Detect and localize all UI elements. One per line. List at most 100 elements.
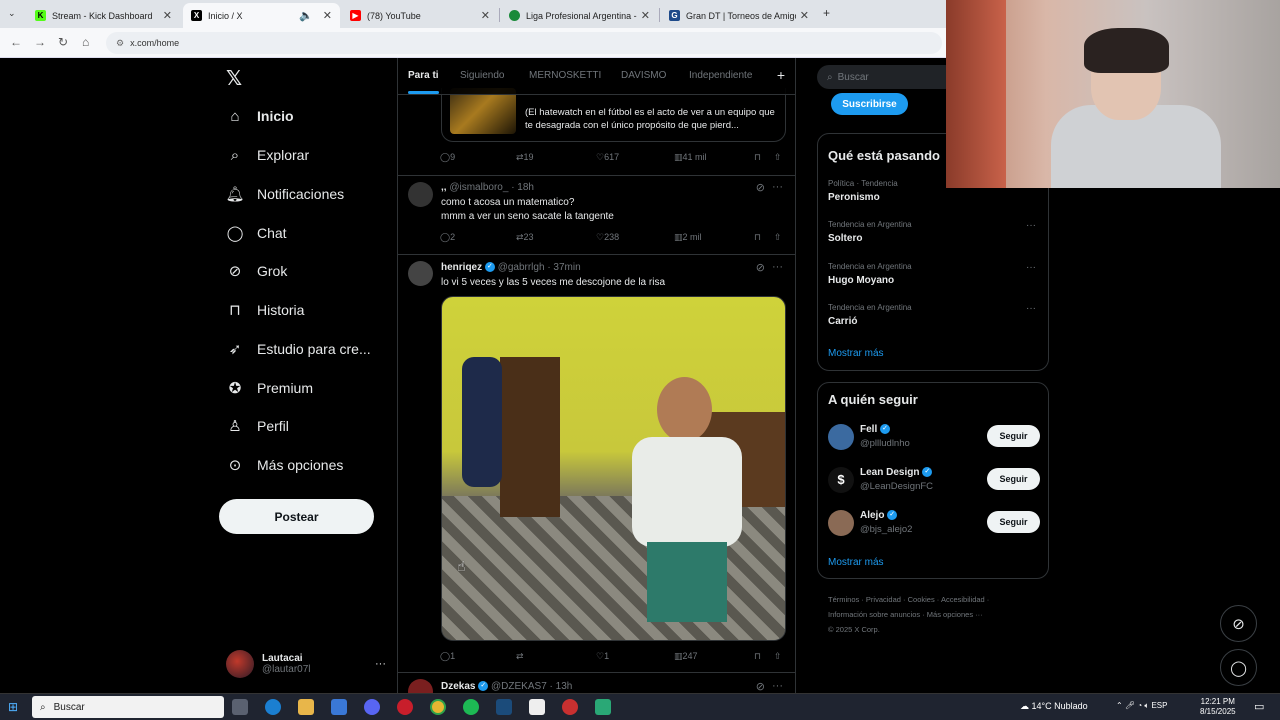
- close-icon[interactable]: ✕: [641, 9, 650, 22]
- clock[interactable]: 12:21 PM 8/15/2025: [1200, 697, 1236, 717]
- site-info-icon[interactable]: ⚙: [116, 38, 124, 49]
- like-button[interactable]: ♡ 617: [596, 152, 619, 163]
- tab-mernosketti[interactable]: MERNOSKETTI: [529, 70, 601, 81]
- follow-button[interactable]: Seguir: [987, 425, 1040, 447]
- browser-tab-kick[interactable]: K Stream - Kick Dashboard ✕: [27, 3, 180, 28]
- subscribe-button[interactable]: Suscribirse: [831, 93, 908, 115]
- grok-icon[interactable]: ⊘: [756, 680, 765, 693]
- more-dots-icon[interactable]: ···: [1026, 220, 1036, 231]
- more-dots-icon[interactable]: ···: [375, 658, 386, 670]
- share-icon[interactable]: ⇧: [774, 152, 782, 163]
- app-icon[interactable]: [595, 699, 611, 715]
- taskbar-search-input[interactable]: ⌕ Buscar: [32, 696, 224, 718]
- task-view-icon[interactable]: [232, 699, 248, 715]
- speaker-icon[interactable]: 🔈: [299, 9, 313, 22]
- tab-para-ti[interactable]: Para ti: [408, 70, 439, 81]
- close-icon[interactable]: ✕: [481, 9, 490, 22]
- more-dots-icon[interactable]: ···: [772, 261, 783, 273]
- edge-icon[interactable]: [265, 699, 281, 715]
- grok-fab-button[interactable]: ⊘: [1220, 605, 1257, 642]
- sidebar-item-notificaciones[interactable]: 🔔︎ Notificaciones: [225, 182, 344, 206]
- views-button[interactable]: ▥ 41 mil: [674, 152, 707, 163]
- messages-fab-button[interactable]: ◯: [1220, 649, 1257, 686]
- obs-icon[interactable]: [562, 699, 578, 715]
- sidebar-item-inicio[interactable]: ⌂ Inicio: [225, 104, 293, 128]
- system-tray[interactable]: ⌃ 🎤︎ ◔ 🔈︎ ESP: [1116, 701, 1167, 711]
- more-dots-icon[interactable]: ···: [1026, 303, 1036, 314]
- forward-icon[interactable]: →: [34, 35, 46, 49]
- follow-button[interactable]: Seguir: [987, 468, 1040, 490]
- home-browser-icon[interactable]: ⌂: [82, 35, 89, 49]
- tradingview-icon[interactable]: [529, 699, 545, 715]
- share-icon[interactable]: ⇧: [774, 232, 782, 243]
- tab-list-icon[interactable]: ⌄: [8, 8, 16, 19]
- reload-icon[interactable]: ↻: [58, 35, 68, 49]
- file-explorer-icon[interactable]: [298, 699, 314, 715]
- more-dots-icon[interactable]: ···: [772, 181, 783, 193]
- grok-icon[interactable]: ⊘: [756, 261, 765, 274]
- mic-icon[interactable]: 🎤︎: [1125, 701, 1135, 710]
- steam-icon[interactable]: [496, 699, 512, 715]
- avatar[interactable]: [408, 679, 433, 694]
- like-button[interactable]: ♡ 1: [596, 651, 609, 662]
- back-icon[interactable]: ←: [10, 35, 22, 49]
- reply-button[interactable]: ◯ 1: [440, 651, 455, 662]
- follow-button[interactable]: Seguir: [987, 511, 1040, 533]
- repost-button[interactable]: ⇄ 19: [516, 152, 534, 163]
- like-button[interactable]: ♡ 238: [596, 232, 619, 243]
- more-dots-icon[interactable]: ···: [1026, 262, 1036, 273]
- browser-tab-liga[interactable]: Liga Profesional Argentina - PO ✕: [501, 3, 658, 28]
- sidebar-item-explorar[interactable]: ⌕ Explorar: [225, 143, 309, 167]
- views-button[interactable]: ▥ 2 mil: [674, 232, 702, 243]
- discord-icon[interactable]: [364, 699, 380, 715]
- opera-icon[interactable]: [397, 699, 413, 715]
- close-icon[interactable]: ✕: [163, 9, 172, 22]
- add-tab-icon[interactable]: +: [777, 67, 785, 83]
- browser-tab-youtube[interactable]: ▶ (78) YouTube ✕: [342, 3, 498, 28]
- sidebar-item-chat[interactable]: ◯ Chat: [225, 221, 287, 245]
- avatar[interactable]: [408, 261, 433, 286]
- weather-widget[interactable]: ☁ 14°C Nublado: [1020, 701, 1088, 712]
- lean-design-logo-icon[interactable]: $: [828, 467, 854, 493]
- avatar[interactable]: [408, 182, 433, 207]
- sidebar-item-perfil[interactable]: ♙ Perfil: [225, 414, 289, 438]
- spotify-icon[interactable]: [463, 699, 479, 715]
- show-more-link[interactable]: Mostrar más: [828, 348, 884, 359]
- chrome-icon[interactable]: [430, 699, 446, 715]
- post-button[interactable]: Postear: [219, 499, 374, 534]
- url-field[interactable]: ⚙ x.com/home: [106, 32, 942, 54]
- close-icon[interactable]: ✕: [800, 9, 809, 22]
- more-dots-icon[interactable]: ···: [772, 680, 783, 692]
- sidebar-item-grok[interactable]: ⊘ Grok: [225, 259, 288, 283]
- tab-independiente[interactable]: Independiente: [689, 70, 752, 81]
- notification-icon[interactable]: ▭: [1254, 700, 1264, 713]
- tab-siguiendo[interactable]: Siguiendo: [460, 70, 504, 81]
- sidebar-item-mas-opciones[interactable]: ⊙ Más opciones: [225, 453, 344, 477]
- windows-start-icon[interactable]: ⊞: [8, 700, 18, 714]
- chevron-up-icon[interactable]: ⌃: [1116, 701, 1123, 710]
- views-button[interactable]: ▥ 247: [674, 651, 698, 662]
- browser-tab-x[interactable]: X Inicio / X 🔈 ✕: [183, 3, 340, 28]
- browser-tab-grandt[interactable]: G Gran DT | Torneos de Amigos ✕: [661, 3, 817, 28]
- new-tab-button[interactable]: +: [823, 6, 830, 20]
- account-switcher[interactable]: Lautacai @lautar07l ···: [226, 648, 386, 680]
- show-more-link[interactable]: Mostrar más: [828, 557, 884, 568]
- repost-button[interactable]: ⇄ 23: [516, 232, 534, 243]
- volume-icon[interactable]: 🔈︎: [1144, 701, 1149, 710]
- sidebar-item-estudio[interactable]: ➶ Estudio para cre...: [225, 337, 371, 361]
- close-icon[interactable]: ✕: [323, 9, 332, 22]
- bookmark-icon[interactable]: ⊓: [754, 232, 761, 243]
- avatar[interactable]: [828, 510, 854, 536]
- language-indicator[interactable]: ESP: [1151, 701, 1167, 710]
- bookmark-icon[interactable]: ⊓: [754, 152, 761, 163]
- wifi-icon[interactable]: ◔: [1137, 701, 1142, 710]
- store-icon[interactable]: [331, 699, 347, 715]
- grok-icon[interactable]: ⊘: [756, 181, 765, 194]
- share-icon[interactable]: ⇧: [774, 651, 782, 662]
- tweet-video[interactable]: [441, 296, 786, 641]
- link-card[interactable]: (El hatewatch en el fútbol es el acto de…: [441, 88, 786, 142]
- tab-davismo[interactable]: DAVISMO: [621, 70, 666, 81]
- avatar[interactable]: [828, 424, 854, 450]
- repost-button[interactable]: ⇄: [516, 651, 524, 662]
- x-logo[interactable]: 𝕏: [226, 66, 242, 91]
